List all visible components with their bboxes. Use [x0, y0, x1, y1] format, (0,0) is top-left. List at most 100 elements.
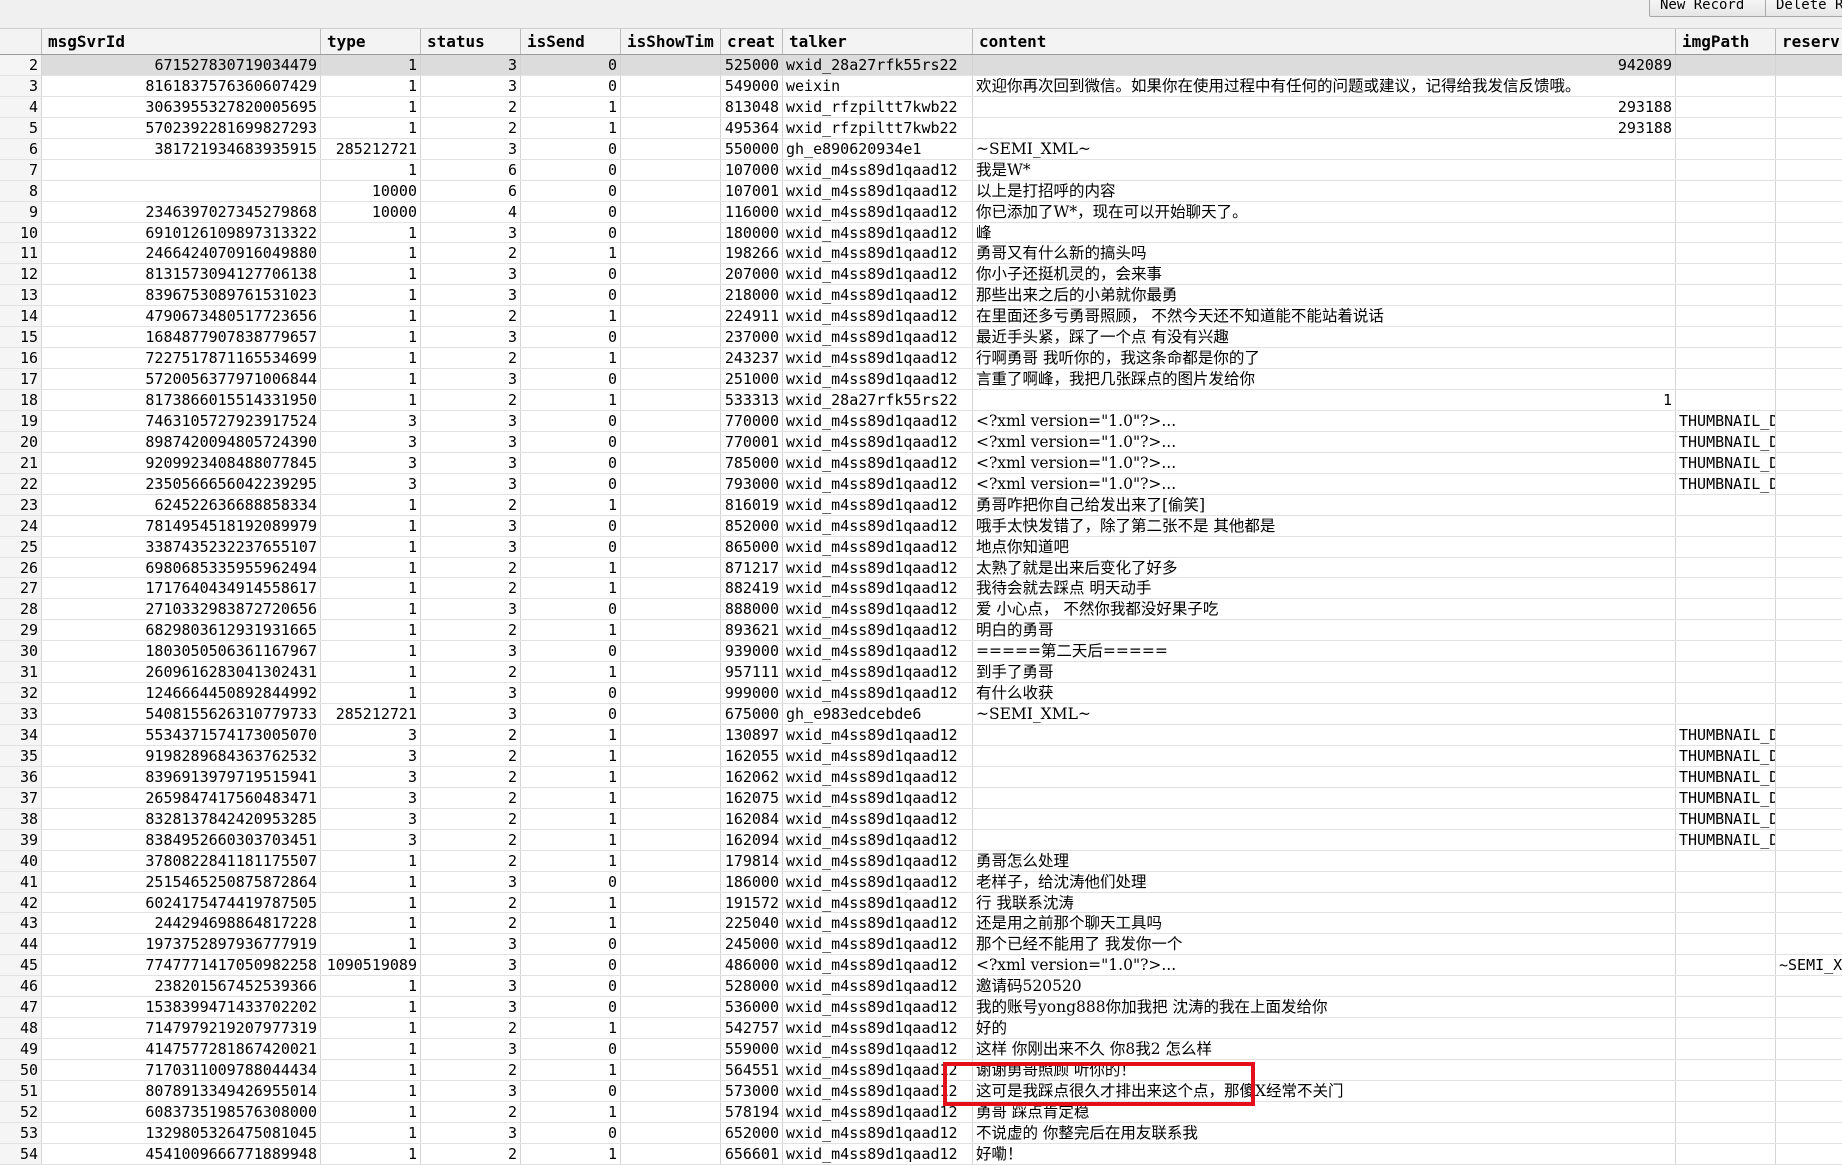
cell-content[interactable]: ~SEMI_XML~ — [973, 704, 1676, 724]
cell-reserved[interactable] — [1776, 641, 1842, 661]
cell-createtime[interactable]: 528000 — [721, 976, 783, 997]
cell-status[interactable]: 3 — [421, 410, 521, 431]
table-row[interactable]: 16 7227517871165534699 1 2 1 243237 wxid_m4ss8… — [0, 348, 1842, 370]
cell-status[interactable]: 3 — [421, 264, 521, 285]
cell-createtime[interactable]: 559000 — [721, 1039, 783, 1059]
cell-content[interactable]: 这可是我踩点很久才排出来这个点，那傻X经常不关门 — [973, 1080, 1676, 1101]
cell-type[interactable]: 1 — [321, 1060, 421, 1080]
cell-isshowtime[interactable] — [621, 934, 721, 955]
cell-talker[interactable]: wxid_m4ss89d1qaad12 — [783, 557, 973, 578]
cell-type[interactable]: 1 — [321, 641, 421, 662]
row-number[interactable]: 41 — [0, 871, 42, 892]
cell-msgsvrid[interactable]: 9209923408488077845 — [42, 452, 321, 473]
cell-talker[interactable]: wxid_m4ss89d1qaad12 — [783, 871, 973, 892]
cell-issend[interactable]: 1 — [521, 117, 621, 138]
cell-issend[interactable]: 1 — [521, 1060, 621, 1080]
cell-status[interactable]: 2 — [421, 348, 521, 369]
table-row[interactable]: 22 2350566656042239295 3 3 0 793000 wxid_m4ss8… — [0, 473, 1842, 495]
table-row[interactable]: 41 2515465250875872864 1 3 0 186000 wxid_m4ss8… — [0, 871, 1842, 893]
cell-imgpath[interactable] — [1676, 599, 1776, 620]
table-row[interactable]: 8 10000 6 0 107001 wxid_m4ss89d1qaad12 以上是打招呼的… — [0, 180, 1842, 202]
table-row[interactable]: 10 6910126109897313322 1 3 0 180000 wxid_m4ss8… — [0, 222, 1842, 244]
cell-msgsvrid[interactable]: 7227517871165534699 — [42, 348, 321, 369]
cell-createtime[interactable]: 218000 — [721, 285, 783, 306]
cell-createtime[interactable]: 816019 — [721, 494, 783, 515]
cell-issend[interactable]: 1 — [521, 892, 621, 913]
row-number[interactable]: 44 — [0, 934, 42, 955]
row-number[interactable]: 23 — [0, 494, 42, 515]
table-row[interactable]: 7 1 6 0 107000 wxid_m4ss89d1qaad12 我是W* — [0, 159, 1842, 181]
cell-issend[interactable]: 0 — [521, 955, 621, 976]
cell-isshowtime[interactable] — [621, 390, 721, 410]
cell-talker[interactable]: wxid_m4ss89d1qaad12 — [783, 766, 973, 787]
row-number[interactable]: 8 — [0, 180, 42, 201]
cell-content[interactable]: 行 我联系沈涛 — [973, 892, 1676, 913]
cell-msgsvrid[interactable]: 7170311009788044434 — [42, 1060, 321, 1080]
cell-msgsvrid[interactable]: 3063955327820005695 — [42, 96, 321, 117]
cell-isshowtime[interactable] — [621, 180, 721, 201]
cell-status[interactable]: 2 — [421, 620, 521, 641]
cell-type[interactable]: 1 — [321, 976, 421, 997]
cell-talker[interactable]: wxid_m4ss89d1qaad12 — [783, 1122, 973, 1143]
cell-reserved[interactable] — [1776, 181, 1842, 201]
cell-imgpath[interactable] — [1676, 913, 1776, 934]
cell-talker[interactable]: wxid_m4ss89d1qaad12 — [783, 264, 973, 285]
cell-isshowtime[interactable] — [621, 955, 721, 976]
cell-createtime[interactable]: 243237 — [721, 348, 783, 369]
cell-content[interactable]: 在里面还多亏勇哥照顾， 不然今天还不知道能不能站着说话 — [973, 306, 1676, 327]
cell-createtime[interactable]: 813048 — [721, 96, 783, 117]
row-number[interactable]: 38 — [0, 808, 42, 829]
cell-type[interactable]: 1 — [321, 55, 421, 75]
cell-type[interactable]: 1 — [321, 390, 421, 410]
cell-imgpath[interactable]: THUMBNAIL_D — [1676, 745, 1776, 766]
cell-talker[interactable]: wxid_m4ss89d1qaad12 — [783, 243, 973, 264]
cell-createtime[interactable]: 237000 — [721, 327, 783, 348]
cell-issend[interactable]: 0 — [521, 369, 621, 389]
row-number[interactable]: 33 — [0, 704, 42, 724]
table-row[interactable]: 24 7814954518192089979 1 3 0 852000 wxid_m4ss8… — [0, 515, 1842, 537]
cell-type[interactable]: 1 — [321, 1143, 421, 1164]
cell-reserved[interactable] — [1776, 599, 1842, 619]
cell-imgpath[interactable] — [1676, 620, 1776, 641]
cell-reserved[interactable] — [1776, 327, 1842, 347]
cell-content[interactable]: 峰 — [973, 222, 1676, 243]
cell-reserved[interactable] — [1776, 76, 1842, 96]
cell-reserved[interactable] — [1776, 1018, 1842, 1038]
cell-status[interactable]: 3 — [421, 452, 521, 473]
cell-type[interactable]: 1 — [321, 243, 421, 264]
table-row[interactable]: 37 2659847417560483471 3 2 1 162075 wxid_m4ss8… — [0, 787, 1842, 809]
cell-reserved[interactable] — [1776, 767, 1842, 787]
cell-reserved[interactable] — [1776, 1144, 1842, 1164]
cell-reserved[interactable] — [1776, 976, 1842, 996]
cell-content[interactable]: 勇哥咋把你自己给发出来了[偷笑] — [973, 494, 1676, 515]
cell-issend[interactable]: 0 — [521, 1122, 621, 1143]
cell-talker[interactable]: wxid_m4ss89d1qaad12 — [783, 745, 973, 766]
delete-record-button[interactable]: Delete R — [1765, 0, 1842, 17]
cell-reserved[interactable] — [1776, 348, 1842, 368]
cell-imgpath[interactable] — [1676, 306, 1776, 327]
row-number[interactable]: 9 — [0, 201, 42, 222]
cell-reserved[interactable] — [1776, 558, 1842, 578]
cell-isshowtime[interactable] — [621, 1080, 721, 1101]
cell-reserved[interactable] — [1776, 202, 1842, 222]
cell-imgpath[interactable]: THUMBNAIL_D — [1676, 452, 1776, 473]
cell-isshowtime[interactable] — [621, 787, 721, 808]
cell-issend[interactable]: 0 — [521, 410, 621, 431]
cell-imgpath[interactable] — [1676, 1018, 1776, 1039]
cell-reserved[interactable] — [1776, 997, 1842, 1017]
cell-type[interactable]: 10000 — [321, 180, 421, 201]
row-number[interactable]: 31 — [0, 662, 42, 683]
cell-issend[interactable]: 0 — [521, 452, 621, 473]
row-number[interactable]: 42 — [0, 892, 42, 913]
cell-content[interactable]: 邀请码520520 — [973, 976, 1676, 997]
cell-issend[interactable]: 0 — [521, 473, 621, 494]
row-number[interactable]: 36 — [0, 766, 42, 787]
cell-createtime[interactable]: 573000 — [721, 1080, 783, 1101]
cell-type[interactable]: 1 — [321, 662, 421, 683]
cell-content[interactable]: 我待会就去踩点 明天动手 — [973, 578, 1676, 599]
cell-content[interactable]: 293188 — [973, 96, 1676, 117]
cell-msgsvrid[interactable]: 8396913979719515941 — [42, 766, 321, 787]
cell-content[interactable]: 以上是打招呼的内容 — [973, 180, 1676, 201]
cell-content[interactable]: 行啊勇哥 我听你的，我这条命都是你的了 — [973, 348, 1676, 369]
cell-status[interactable]: 3 — [421, 1122, 521, 1143]
